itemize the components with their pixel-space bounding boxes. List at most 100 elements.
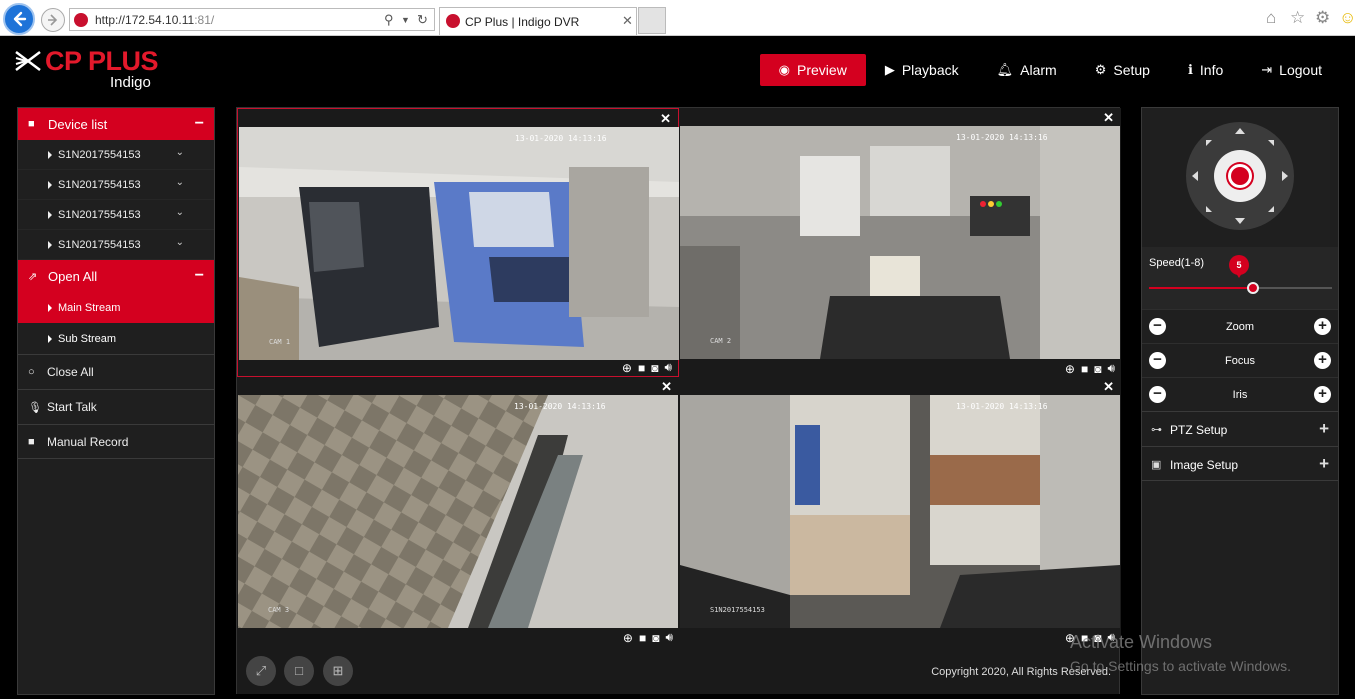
forward-button[interactable] xyxy=(41,8,65,32)
watermark-title: Activate Windows xyxy=(1070,632,1213,652)
single-view-icon[interactable]: □ xyxy=(284,656,314,686)
close-camera-icon[interactable]: ✕ xyxy=(661,379,672,395)
chevron-down-icon[interactable]: ⌄ xyxy=(176,237,184,248)
arrow-right-icon xyxy=(48,14,58,26)
zoom-in-icon[interactable]: ⊕ xyxy=(1065,362,1075,376)
focus-plus-icon[interactable]: + xyxy=(1314,352,1331,369)
camera-window-4[interactable]: ✕ 13-01-2020 14:13:16 S1N2017554153 ⊕ ■ … xyxy=(679,377,1121,646)
camera-feed-1[interactable]: 13-01-2020 14:13:16 CAM 1 xyxy=(239,127,679,360)
nav-alarm[interactable]: 🔔︎ Alarm xyxy=(978,54,1076,86)
image-setup-row[interactable]: ▣ Image Setup + xyxy=(1142,446,1338,481)
chevron-down-icon[interactable]: ⌄ xyxy=(176,207,184,218)
chevron-down-icon[interactable]: ⌄ xyxy=(176,147,184,158)
nav-playback[interactable]: ▶ Playback xyxy=(866,54,978,86)
snapshot-camera-icon[interactable]: ◙ xyxy=(652,631,659,645)
collapse-icon[interactable]: − xyxy=(195,267,204,285)
image-setup-label: Image Setup xyxy=(1170,458,1239,472)
tab-favicon xyxy=(446,14,460,28)
expand-plus-icon[interactable]: + xyxy=(1319,454,1329,474)
camera-name: CAM 1 xyxy=(269,338,291,346)
device-item[interactable]: S1N2017554153 ⌄ xyxy=(18,230,214,260)
new-tab-button[interactable] xyxy=(638,7,666,34)
ptz-setup-label: PTZ Setup xyxy=(1170,423,1228,437)
speed-label: Speed(1-8) xyxy=(1149,257,1205,269)
record-dot-icon xyxy=(1231,167,1249,185)
collapse-icon[interactable]: − xyxy=(195,115,204,133)
manual-record-button[interactable]: ■ Manual Record xyxy=(18,424,214,459)
camera-window-1[interactable]: ✕ 13-01-2020 14:13:16 CAM 1 ⊕ ■ ◙ 🔊︎ xyxy=(237,108,679,377)
logo-mark-icon xyxy=(15,51,41,71)
device-label: S1N2017554153 xyxy=(58,178,141,191)
nav-alarm-label: Alarm xyxy=(1020,62,1057,78)
back-button[interactable] xyxy=(3,3,35,35)
caret-right-icon xyxy=(48,240,52,249)
device-item[interactable]: S1N2017554153 ⌄ xyxy=(18,170,214,200)
ptz-setup-row[interactable]: ⊶ PTZ Setup + xyxy=(1142,411,1338,446)
speed-slider-handle[interactable] xyxy=(1247,282,1260,294)
zoom-plus-icon[interactable]: + xyxy=(1314,318,1331,335)
record-video-icon[interactable]: ■ xyxy=(639,631,646,645)
expand-plus-icon[interactable]: + xyxy=(1319,419,1329,439)
iris-plus-icon[interactable]: + xyxy=(1314,386,1331,403)
nav-logout[interactable]: ⇥ Logout xyxy=(1242,54,1341,86)
record-video-icon[interactable]: ■ xyxy=(638,361,645,375)
camera-window-3[interactable]: ✕ 13-01-2020 14:13:16 CAM 3 ⊕ ■ ◙ 🔊︎ xyxy=(237,377,679,646)
speed-slider[interactable] xyxy=(1149,282,1332,294)
ptz-center-button[interactable] xyxy=(1214,150,1266,202)
device-list-header[interactable]: ■ Device list − xyxy=(18,108,214,140)
zoom-control: − Zoom + xyxy=(1142,309,1338,343)
zoom-in-icon[interactable]: ⊕ xyxy=(623,631,633,645)
nav-info[interactable]: ℹ Info xyxy=(1169,54,1242,86)
camera-feed-4[interactable]: 13-01-2020 14:13:16 S1N2017554153 xyxy=(680,395,1120,628)
smiley-feedback-icon[interactable]: ☺ xyxy=(1339,8,1355,28)
site-favicon xyxy=(74,13,88,27)
camera-window-2[interactable]: ✕ 13-01-2020 14:13:16 CAM 2 ⊕ ■ ◙ 🔊︎ xyxy=(679,108,1121,377)
camera-feed-3[interactable]: 13-01-2020 14:13:16 CAM 3 xyxy=(238,395,678,628)
audio-speaker-icon[interactable]: 🔊︎ xyxy=(1107,361,1115,376)
caret-right-icon xyxy=(48,150,52,159)
camera-toolbar: ⊕ ■ ◙ 🔊︎ xyxy=(622,359,672,376)
snapshot-camera-icon[interactable]: ◙ xyxy=(1094,362,1101,376)
zoom-in-icon[interactable]: ⊕ xyxy=(622,361,632,375)
open-all-header[interactable]: ⇗ Open All − xyxy=(18,260,214,292)
refresh-icon[interactable]: ↻ xyxy=(417,12,428,28)
close-camera-icon[interactable]: ✕ xyxy=(1103,110,1114,126)
nav-preview[interactable]: ◉ Preview xyxy=(759,54,866,86)
record-video-icon[interactable]: ■ xyxy=(1081,362,1088,376)
device-item[interactable]: S1N2017554153 ⌄ xyxy=(18,200,214,230)
device-item[interactable]: S1N2017554153 ⌄ xyxy=(18,140,214,170)
gamepad-icon: ⊶ xyxy=(1151,424,1162,436)
audio-speaker-icon[interactable]: 🔊︎ xyxy=(665,630,673,645)
settings-gear-icon[interactable]: ⚙ xyxy=(1315,8,1330,28)
arrow-left-icon xyxy=(13,11,27,27)
bell-icon: 🔔︎ xyxy=(996,62,1014,77)
sub-stream-item[interactable]: Sub Stream xyxy=(18,323,214,354)
start-talk-button[interactable]: 🎙︎ Start Talk xyxy=(18,389,214,424)
snapshot-camera-icon[interactable]: ◙ xyxy=(651,361,658,375)
play-circle-icon: ▶ xyxy=(884,62,895,77)
ptz-direction-pad[interactable] xyxy=(1186,122,1294,230)
camera-feed-2[interactable]: 13-01-2020 14:13:16 CAM 2 xyxy=(680,126,1120,359)
main-stream-item[interactable]: Main Stream xyxy=(18,292,214,323)
close-all-button[interactable]: ○ Close All xyxy=(18,354,214,389)
fullscreen-icon[interactable]: ⤢ xyxy=(246,656,276,686)
home-icon[interactable]: ⌂ xyxy=(1266,8,1276,28)
floor-tiles-image xyxy=(238,395,678,628)
tab-close-icon[interactable]: ✕ xyxy=(622,13,633,29)
caret-right-icon xyxy=(48,334,52,343)
address-bar[interactable]: http://172.54.10.11:81/ ⚲ ▼ ↻ xyxy=(69,8,435,31)
device-label: S1N2017554153 xyxy=(58,238,141,251)
audio-speaker-icon[interactable]: 🔊︎ xyxy=(664,360,672,375)
url-text[interactable]: http://172.54.10.11:81/ xyxy=(95,13,214,27)
quad-view-icon[interactable]: ⊞ xyxy=(323,656,353,686)
browser-tab[interactable]: CP Plus | Indigo DVR ✕ xyxy=(439,7,637,35)
close-camera-icon[interactable]: ✕ xyxy=(1103,379,1114,395)
favorites-star-icon[interactable]: ☆ xyxy=(1290,8,1305,28)
camera-toolbar: ⊕ ■ ◙ 🔊︎ xyxy=(1065,360,1115,377)
nav-setup[interactable]: ⚙ Setup xyxy=(1076,54,1169,86)
chevron-down-icon[interactable]: ⌄ xyxy=(176,177,184,188)
search-icon[interactable]: ⚲ xyxy=(384,12,394,28)
close-camera-icon[interactable]: ✕ xyxy=(660,111,671,127)
camera-name: S1N2017554153 xyxy=(710,606,765,614)
dropdown-icon[interactable]: ▼ xyxy=(401,15,410,25)
